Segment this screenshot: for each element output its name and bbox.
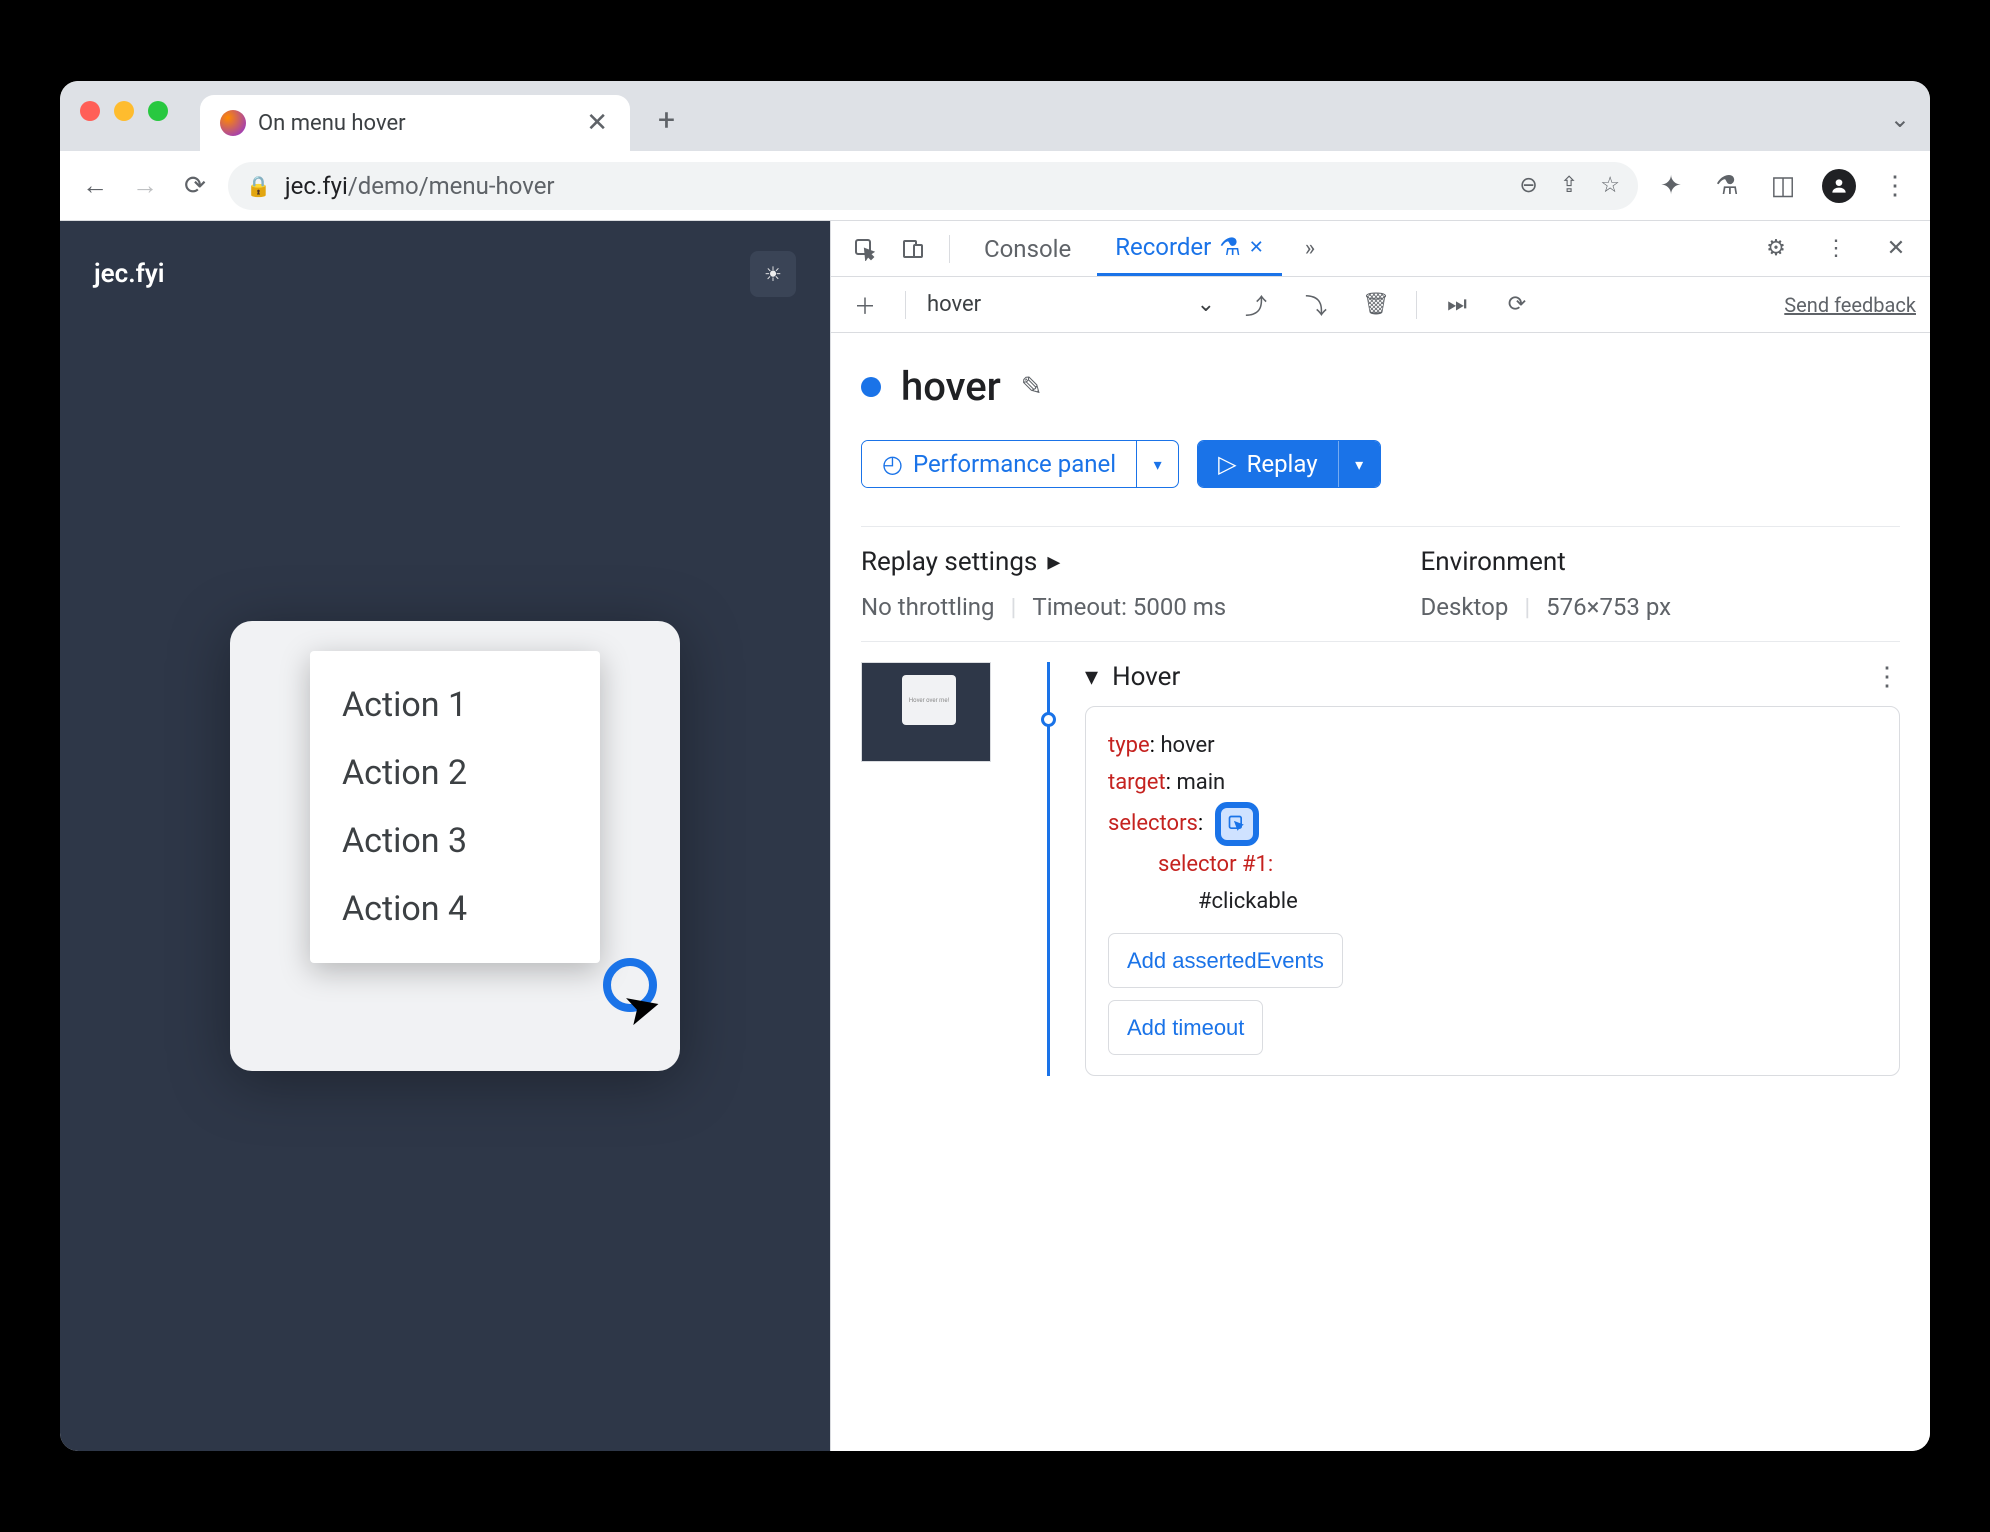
recording-selector[interactable]: hover ⌄ <box>926 291 1216 318</box>
extensions-icon[interactable]: ✦ <box>1654 169 1688 203</box>
send-feedback-link[interactable]: Send feedback <box>1784 293 1916 317</box>
browser-window: On menu hover ✕ + ⌄ ← → ⟳ 🔒 jec.fyi/demo… <box>60 81 1930 1451</box>
zoom-icon[interactable]: ⊖ <box>1519 173 1537 198</box>
device-toggle-icon[interactable] <box>893 229 933 269</box>
throttling-value: No throttling <box>861 593 995 621</box>
replay-settings-row: Replay settings ▸ No throttling | Timeou… <box>861 526 1900 642</box>
add-asserted-events-button[interactable]: Add assertedEvents <box>1108 933 1343 988</box>
device-value: Desktop <box>1421 593 1509 621</box>
menu-item-3[interactable]: Action 3 <box>334 807 576 875</box>
devtools-tabstrip: Console Recorder ⚗ ✕ » ⚙ ⋮ ✕ <box>831 221 1930 277</box>
maximize-window-icon[interactable] <box>148 101 168 121</box>
tab-close-icon[interactable]: ✕ <box>1249 237 1264 258</box>
import-icon[interactable]: ⤵ <box>1296 285 1336 325</box>
labs-icon[interactable]: ⚗ <box>1710 169 1744 203</box>
close-window-icon[interactable] <box>80 101 100 121</box>
browser-menu-icon[interactable]: ⋮ <box>1878 169 1912 203</box>
side-panel-icon[interactable]: ◫ <box>1766 169 1800 203</box>
selector-picker-icon[interactable] <box>1215 802 1259 846</box>
play-icon: ▷ <box>1218 450 1236 478</box>
window-controls <box>80 101 168 121</box>
split-content: jec.fyi ☀ Hover over me! Action 1 Action… <box>60 221 1930 1451</box>
step-menu-icon[interactable]: ⋮ <box>1874 662 1900 692</box>
step-name: Hover <box>1112 662 1180 692</box>
more-tabs-icon[interactable]: » <box>1290 229 1330 269</box>
timeout-value: Timeout: 5000 ms <box>1032 593 1226 621</box>
flask-icon: ⚗ <box>1219 233 1241 261</box>
settings-gear-icon[interactable]: ⚙ <box>1756 229 1796 269</box>
step-header[interactable]: ▾ Hover ⋮ <box>1085 662 1900 692</box>
share-icon[interactable]: ⇪ <box>1560 173 1578 198</box>
new-tab-button[interactable]: + <box>658 103 675 138</box>
delete-icon[interactable]: 🗑 <box>1356 285 1396 325</box>
speed-icon[interactable]: ⟳ <box>1497 285 1537 325</box>
tabs-dropdown-icon[interactable]: ⌄ <box>1890 105 1910 133</box>
replay-settings-label[interactable]: Replay settings ▸ <box>861 547 1341 577</box>
favicon-icon <box>220 110 246 136</box>
viewport-value: 576×753 px <box>1546 593 1671 621</box>
recording-status-icon <box>861 377 881 397</box>
tab-console[interactable]: Console <box>966 221 1089 276</box>
recorder-toolbar: ＋ hover ⌄ ⤴ ⤵ 🗑 ⏭ ⟳ Send feedback <box>831 277 1930 333</box>
reload-icon[interactable]: ⟳ <box>178 169 212 203</box>
gauge-icon: ◴ <box>882 450 903 478</box>
tab-title: On menu hover <box>258 111 568 136</box>
back-icon[interactable]: ← <box>78 169 112 203</box>
timeline-node-icon <box>1041 712 1056 727</box>
performance-dropdown-icon[interactable]: ▾ <box>1136 441 1178 487</box>
titlebar: On menu hover ✕ + ⌄ <box>60 81 1930 151</box>
replay-dropdown-icon[interactable]: ▾ <box>1338 441 1380 487</box>
step-timeline: Hover over me! ▾ Hover ⋮ <box>861 642 1900 1076</box>
selector-value[interactable]: #clickable <box>1198 883 1877 920</box>
recorder-main: hover ✎ ◴Performance panel ▾ ▷Replay ▾ <box>831 333 1930 1451</box>
inspect-icon[interactable] <box>845 229 885 269</box>
profile-avatar[interactable] <box>1822 169 1856 203</box>
devtools-panel: Console Recorder ⚗ ✕ » ⚙ ⋮ ✕ ＋ hover ⌄ ⤴… <box>830 221 1930 1451</box>
theme-toggle-icon[interactable]: ☀ <box>750 251 796 297</box>
caret-down-icon: ▾ <box>1085 662 1098 692</box>
export-icon[interactable]: ⤴ <box>1236 285 1276 325</box>
edit-title-icon[interactable]: ✎ <box>1021 372 1043 402</box>
add-timeout-button[interactable]: Add timeout <box>1108 1000 1263 1055</box>
chevron-down-icon: ⌄ <box>1197 292 1215 317</box>
forward-icon[interactable]: → <box>128 169 162 203</box>
environment-label: Environment <box>1421 547 1901 577</box>
replay-button[interactable]: ▷Replay ▾ <box>1197 440 1381 488</box>
url-text: jec.fyi/demo/menu-hover <box>285 172 555 200</box>
devtools-menu-icon[interactable]: ⋮ <box>1816 229 1856 269</box>
action-dropdown: Action 1 Action 2 Action 3 Action 4 <box>310 651 600 963</box>
recording-title: hover <box>901 363 1001 410</box>
caret-right-icon: ▸ <box>1047 547 1060 577</box>
devtools-close-icon[interactable]: ✕ <box>1876 229 1916 269</box>
bookmark-icon[interactable]: ☆ <box>1600 173 1620 198</box>
browser-tab[interactable]: On menu hover ✕ <box>200 95 630 151</box>
lock-icon: 🔒 <box>246 174 271 198</box>
add-recording-icon[interactable]: ＋ <box>845 285 885 325</box>
step-thumbnail[interactable]: Hover over me! <box>861 662 991 762</box>
performance-panel-button[interactable]: ◴Performance panel ▾ <box>861 440 1179 488</box>
page-viewport: jec.fyi ☀ Hover over me! Action 1 Action… <box>60 221 830 1451</box>
menu-item-2[interactable]: Action 2 <box>334 739 576 807</box>
minimize-window-icon[interactable] <box>114 101 134 121</box>
menu-item-4[interactable]: Action 4 <box>334 875 576 943</box>
site-logo[interactable]: jec.fyi <box>94 259 164 289</box>
step-body: type: hover target: main selectors: sele… <box>1085 706 1900 1076</box>
tab-recorder[interactable]: Recorder ⚗ ✕ <box>1097 221 1282 276</box>
url-input[interactable]: 🔒 jec.fyi/demo/menu-hover ⊖ ⇪ ☆ <box>228 162 1638 210</box>
menu-item-1[interactable]: Action 1 <box>334 671 576 739</box>
tab-close-icon[interactable]: ✕ <box>580 108 614 138</box>
address-bar: ← → ⟳ 🔒 jec.fyi/demo/menu-hover ⊖ ⇪ ☆ ✦ … <box>60 151 1930 221</box>
step-icon[interactable]: ⏭ <box>1437 285 1477 325</box>
